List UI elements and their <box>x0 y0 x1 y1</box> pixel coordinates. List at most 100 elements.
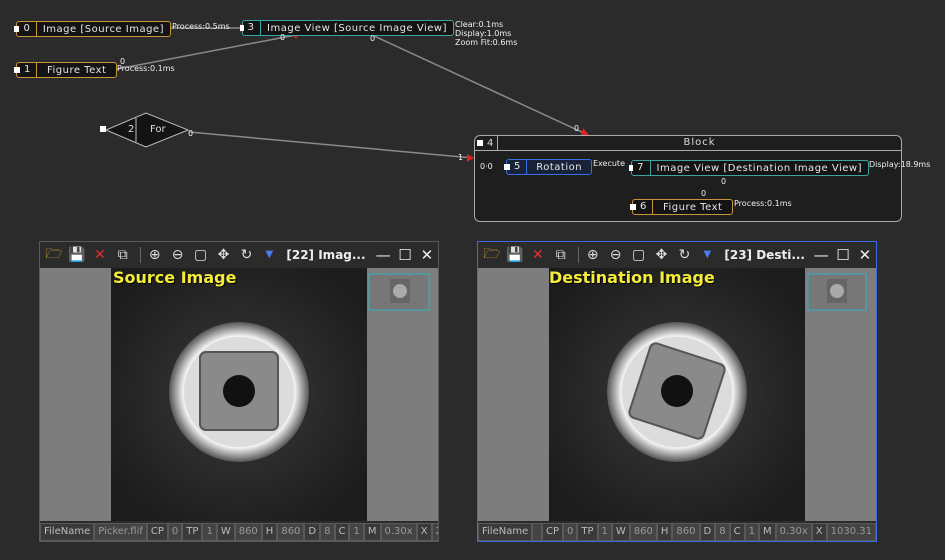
node-label: For <box>150 124 166 135</box>
status-h-value: 860 <box>277 523 305 541</box>
zoom-out-icon[interactable]: ⊖ <box>168 245 188 265</box>
pin-label: 0 <box>574 124 580 133</box>
pin-label: 0·0 <box>480 162 493 171</box>
image-canvas[interactable]: Source Image <box>40 268 438 521</box>
node-stat-zoom: Zoom Fit:0.6ms <box>455 38 518 47</box>
pin-label: 0 <box>188 129 194 138</box>
status-w-value: 860 <box>629 523 657 541</box>
status-w-label: W <box>216 523 235 541</box>
node-port-icon[interactable] <box>240 25 244 31</box>
node-stat: Process:0.1ms <box>117 64 175 73</box>
copy-icon[interactable]: ⧉ <box>551 245 571 265</box>
save-icon[interactable]: 💾 <box>67 245 87 265</box>
status-w-label: W <box>611 523 630 541</box>
rotate-icon[interactable]: ↻ <box>675 245 695 265</box>
status-d-label: D <box>699 523 716 541</box>
status-h-value: 860 <box>672 523 700 541</box>
viewer-status-bar: FileName CP 0 TP 1 W 860 H 860 D 8 C 1 M… <box>478 523 876 541</box>
node-rotation[interactable]: 5 Rotation <box>504 159 592 175</box>
status-c-value: 1 <box>744 523 759 541</box>
save-icon[interactable]: 💾 <box>505 245 525 265</box>
node-label: Image View [Source Image View] <box>267 22 447 34</box>
node-stat-clear: Clear:0.1ms <box>455 20 504 29</box>
canvas-title: Destination Image <box>549 268 715 287</box>
fit-icon[interactable]: ▢ <box>629 245 649 265</box>
zoom-in-icon[interactable]: ⊕ <box>145 245 165 265</box>
dropdown-icon[interactable]: ▼ <box>259 245 279 265</box>
node-stat: Execute <box>593 159 625 168</box>
maximize-icon[interactable]: ☐ <box>832 246 854 264</box>
folder-open-icon[interactable]: 🗁 <box>482 245 502 265</box>
node-label: Rotation <box>536 161 583 173</box>
node-stat: Process:0.5ms <box>172 22 230 31</box>
node-number: 0 <box>21 22 37 36</box>
close-red-icon[interactable]: ✕ <box>528 245 548 265</box>
zoom-in-icon[interactable]: ⊕ <box>583 245 603 265</box>
node-image-view-destination[interactable]: 7 Image View [Destination Image View] <box>629 160 869 176</box>
minimize-icon[interactable]: — <box>810 246 832 264</box>
node-figure-text-1[interactable]: 1 Figure Text <box>14 62 117 78</box>
move-icon[interactable]: ✥ <box>214 245 234 265</box>
status-m-label: M <box>758 523 776 541</box>
node-number: 7 <box>635 161 651 175</box>
status-c-label: C <box>729 523 745 541</box>
image-canvas[interactable]: Destination Image <box>478 268 876 521</box>
status-filename-value: Picker.flif <box>94 523 147 541</box>
status-c-label: C <box>334 523 350 541</box>
maximize-icon[interactable]: ☐ <box>394 246 416 264</box>
status-cp-value: 0 <box>167 523 183 541</box>
node-image-view-source[interactable]: 3 Image View [Source Image View] <box>240 20 454 36</box>
close-icon[interactable]: ✕ <box>416 246 438 264</box>
node-port-icon[interactable] <box>14 26 20 32</box>
viewer-source: 🗁 💾 ✕ ⧉ ⊕ ⊖ ▢ ✥ ↻ ▼ [22] Imag... — ☐ ✕ S… <box>39 241 439 542</box>
viewer-toolbar: 🗁 💾 ✕ ⧉ ⊕ ⊖ ▢ ✥ ↻ ▼ [23] Desti... — ☐ ✕ <box>478 242 876 267</box>
pin-label: 0 <box>701 189 707 198</box>
pin-label: 1 <box>458 153 464 162</box>
node-port-icon[interactable] <box>504 164 510 170</box>
close-red-icon[interactable]: ✕ <box>90 245 110 265</box>
pin-label: 0 <box>370 34 376 43</box>
node-number: 4 <box>487 137 494 149</box>
status-x-label: X <box>811 523 827 541</box>
node-number: 1 <box>22 63 38 77</box>
status-tp-label: TP <box>182 523 203 541</box>
status-d-label: D <box>304 523 321 541</box>
node-stat: Process:0.1ms <box>734 199 792 208</box>
node-port-icon[interactable] <box>629 165 634 171</box>
node-port-icon[interactable] <box>630 204 636 210</box>
viewer-toolbar: 🗁 💾 ✕ ⧉ ⊕ ⊖ ▢ ✥ ↻ ▼ [22] Imag... — ☐ ✕ <box>40 242 438 267</box>
node-label: Figure Text <box>662 201 723 213</box>
pin-label: 0 <box>280 33 286 42</box>
status-m-value: 0.30x <box>775 523 812 541</box>
fit-icon[interactable]: ▢ <box>191 245 211 265</box>
minimize-icon[interactable]: — <box>372 246 394 264</box>
status-d-value: 8 <box>715 523 730 541</box>
node-stat: Display:18.9ms <box>869 160 931 169</box>
node-figure-text-6[interactable]: 6 Figure Text <box>630 199 733 215</box>
status-h-label: H <box>261 523 278 541</box>
dropdown-icon[interactable]: ▼ <box>697 245 717 265</box>
viewer-title: [22] Imag... <box>286 247 366 262</box>
status-cp-value: 0 <box>563 523 578 541</box>
node-port-icon[interactable] <box>14 67 20 73</box>
rotate-icon[interactable]: ↻ <box>237 245 257 265</box>
copy-icon[interactable]: ⧉ <box>113 245 133 265</box>
destination-image-picture <box>549 268 867 521</box>
status-tp-value: 1 <box>597 523 612 541</box>
node-number: 5 <box>512 160 528 174</box>
node-port-icon[interactable] <box>100 126 106 132</box>
status-filename-label: FileName <box>40 523 95 541</box>
move-icon[interactable]: ✥ <box>652 245 672 265</box>
node-label: Image View [Destination Image View] <box>656 162 862 174</box>
canvas-title: Source Image <box>113 268 237 287</box>
status-tp-label: TP <box>577 523 598 541</box>
status-d-value: 8 <box>320 523 335 541</box>
viewer-destination: 🗁 💾 ✕ ⧉ ⊕ ⊖ ▢ ✥ ↻ ▼ [23] Desti... — ☐ ✕ <box>477 241 877 542</box>
close-icon[interactable]: ✕ <box>854 246 876 264</box>
folder-open-icon[interactable]: 🗁 <box>44 245 64 265</box>
zoom-out-icon[interactable]: ⊖ <box>606 245 626 265</box>
pin-label: 0 <box>721 177 727 186</box>
status-filename-value <box>532 523 542 541</box>
node-image-source[interactable]: 0 Image [Source Image] <box>14 21 171 37</box>
node-port-icon[interactable] <box>477 140 483 146</box>
